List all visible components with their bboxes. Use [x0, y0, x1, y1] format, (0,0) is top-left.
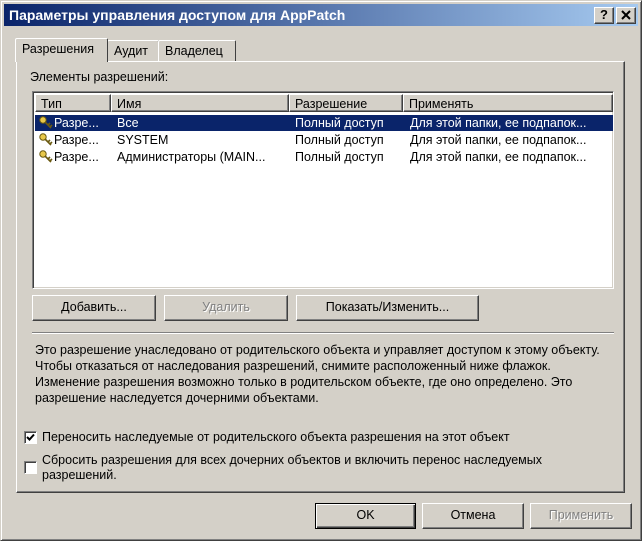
window-title: Параметры управления доступом для AppPat… [9, 7, 346, 23]
column-header-type[interactable]: Тип [35, 94, 111, 112]
reset-child-permissions-checkbox[interactable] [24, 461, 37, 474]
row-name: Все [117, 116, 139, 130]
apply-button[interactable]: Применить [530, 503, 632, 529]
permission-entries-label: Элементы разрешений: [30, 70, 169, 84]
tab-permissions[interactable]: Разрешения [15, 38, 108, 62]
inherit-permissions-label[interactable]: Переносить наследуемые от родительского … [42, 430, 510, 445]
add-button[interactable]: Добавить... [32, 295, 156, 321]
tab-owner[interactable]: Владелец [158, 40, 236, 61]
row-apply: Для этой папки, ее подпапок... [410, 150, 587, 164]
row-name: Администраторы (MAIN... [117, 150, 266, 164]
key-icon [39, 133, 53, 146]
title-bar[interactable]: Параметры управления доступом для AppPat… [4, 4, 638, 26]
row-apply: Для этой папки, ее подпапок... [410, 133, 587, 147]
show-edit-button[interactable]: Показать/Изменить... [296, 295, 479, 321]
dialog-window: Параметры управления доступом для AppPat… [0, 0, 642, 541]
tab-audit[interactable]: Аудит [107, 40, 159, 61]
row-permission: Полный доступ [295, 116, 384, 130]
table-row[interactable]: Разре... SYSTEM Полный доступ Для этой п… [35, 132, 613, 148]
row-apply: Для этой папки, ее подпапок... [410, 116, 587, 130]
inheritance-info-text: Это разрешение унаследовано от родительс… [35, 343, 600, 405]
column-header-permission[interactable]: Разрешение [289, 94, 403, 112]
row-type: Разре... [54, 150, 99, 164]
cancel-button[interactable]: Отмена [422, 503, 524, 529]
reset-child-permissions-label[interactable]: Сбросить разрешения для всех дочерних об… [42, 453, 607, 483]
help-button[interactable]: ? [594, 7, 614, 24]
close-button[interactable] [616, 7, 636, 24]
permission-entries-list[interactable]: Тип Имя Разрешение Применять Разре... Вс… [32, 91, 614, 289]
ok-button[interactable]: OK [315, 503, 416, 529]
tab-audit-label: Аудит [114, 44, 149, 58]
key-icon [39, 116, 53, 129]
row-type: Разре... [54, 133, 99, 147]
tab-owner-label: Владелец [165, 44, 223, 58]
row-permission: Полный доступ [295, 150, 384, 164]
column-header-name[interactable]: Имя [111, 94, 289, 112]
inherit-permissions-checkbox[interactable] [24, 431, 37, 444]
row-permission: Полный доступ [295, 133, 384, 147]
row-type: Разре... [54, 116, 99, 130]
table-row[interactable]: Разре... Все Полный доступ Для этой папк… [35, 115, 613, 131]
divider [32, 332, 614, 334]
tab-permissions-label: Разрешения [22, 42, 95, 56]
column-header-apply[interactable]: Применять [403, 94, 613, 112]
key-icon [39, 150, 53, 163]
checkmark-icon [26, 433, 35, 441]
table-row[interactable]: Разре... Администраторы (MAIN... Полный … [35, 149, 613, 165]
remove-button[interactable]: Удалить [164, 295, 288, 321]
row-name: SYSTEM [117, 133, 169, 147]
close-icon [621, 10, 631, 20]
